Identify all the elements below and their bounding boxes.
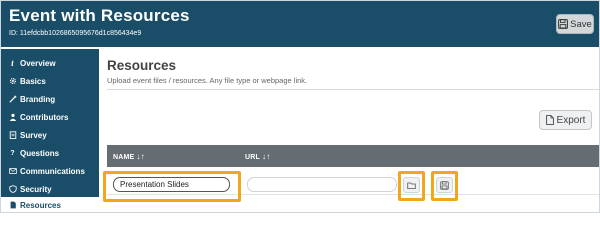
event-id: ID: 11efdcbb1026865095676d1c856434e9 [9, 30, 142, 37]
floppy-disk-icon [558, 19, 569, 29]
app-window: Event with Resources ID: 11efdcbb1026865… [0, 0, 600, 213]
resource-name-input[interactable]: Presentation Slides [113, 177, 230, 192]
event-title: Event with Resources [9, 6, 190, 25]
save-button[interactable]: Save [556, 14, 594, 34]
table-header: NAME ↓↑ URL ↓↑ [107, 145, 599, 167]
sort-icon: ↓↑ [262, 152, 271, 161]
sidebar-item-label: Survey [20, 130, 47, 140]
floppy-disk-icon [440, 180, 449, 190]
save-row-button[interactable] [436, 177, 453, 193]
file-icon [545, 115, 554, 125]
clipboard-icon [8, 131, 17, 140]
sidebar-item-security[interactable]: Security [1, 181, 99, 197]
sidebar-item-label: Resources [20, 200, 61, 210]
export-button-label: Export [556, 114, 586, 126]
save-button-label: Save [570, 18, 592, 30]
sidebar-item-overview[interactable]: i Overview [1, 55, 99, 71]
sidebar-item-basics[interactable]: Basics [1, 73, 99, 89]
person-icon [8, 113, 17, 122]
resource-url-input[interactable] [247, 177, 397, 192]
sidebar-item-label: Security [20, 184, 52, 194]
gear-icon [8, 77, 17, 86]
page-description: Upload event files / resources. Any file… [107, 76, 308, 85]
sidebar-item-label: Communications [20, 166, 85, 176]
title-divider [107, 89, 599, 90]
sidebar-item-label: Basics [20, 76, 46, 86]
export-button[interactable]: Export [539, 110, 592, 130]
info-icon: i [11, 58, 14, 68]
column-header-url[interactable]: URL ↓↑ [245, 152, 270, 161]
brush-icon [8, 95, 17, 104]
sidebar-item-survey[interactable]: Survey [1, 127, 99, 143]
sort-icon: ↓↑ [136, 152, 145, 161]
sidebar-item-resources[interactable]: Resources [1, 197, 99, 212]
browse-file-button[interactable] [403, 177, 420, 193]
question-icon: ? [10, 149, 15, 157]
sidebar-item-label: Overview [20, 58, 56, 68]
sidebar-divider [1, 47, 99, 49]
sidebar-item-label: Questions [20, 148, 60, 158]
sidebar-item-label: Branding [20, 94, 56, 104]
sidebar-item-label: Contributors [20, 112, 69, 122]
sidebar-item-branding[interactable]: Branding [1, 91, 99, 107]
column-header-name[interactable]: NAME ↓↑ [113, 152, 145, 161]
folder-icon [407, 182, 416, 189]
envelope-icon [8, 167, 17, 176]
shield-icon [8, 185, 17, 194]
sidebar-item-questions[interactable]: ? Questions [1, 145, 99, 161]
sidebar-item-communications[interactable]: Communications [1, 163, 99, 179]
document-icon [8, 201, 17, 210]
sidebar-item-contributors[interactable]: Contributors [1, 109, 99, 125]
sidebar: i Overview Basics Branding Contributors … [1, 47, 99, 212]
top-bar: Event with Resources ID: 11efdcbb1026865… [1, 1, 599, 47]
page-title: Resources [107, 58, 177, 73]
